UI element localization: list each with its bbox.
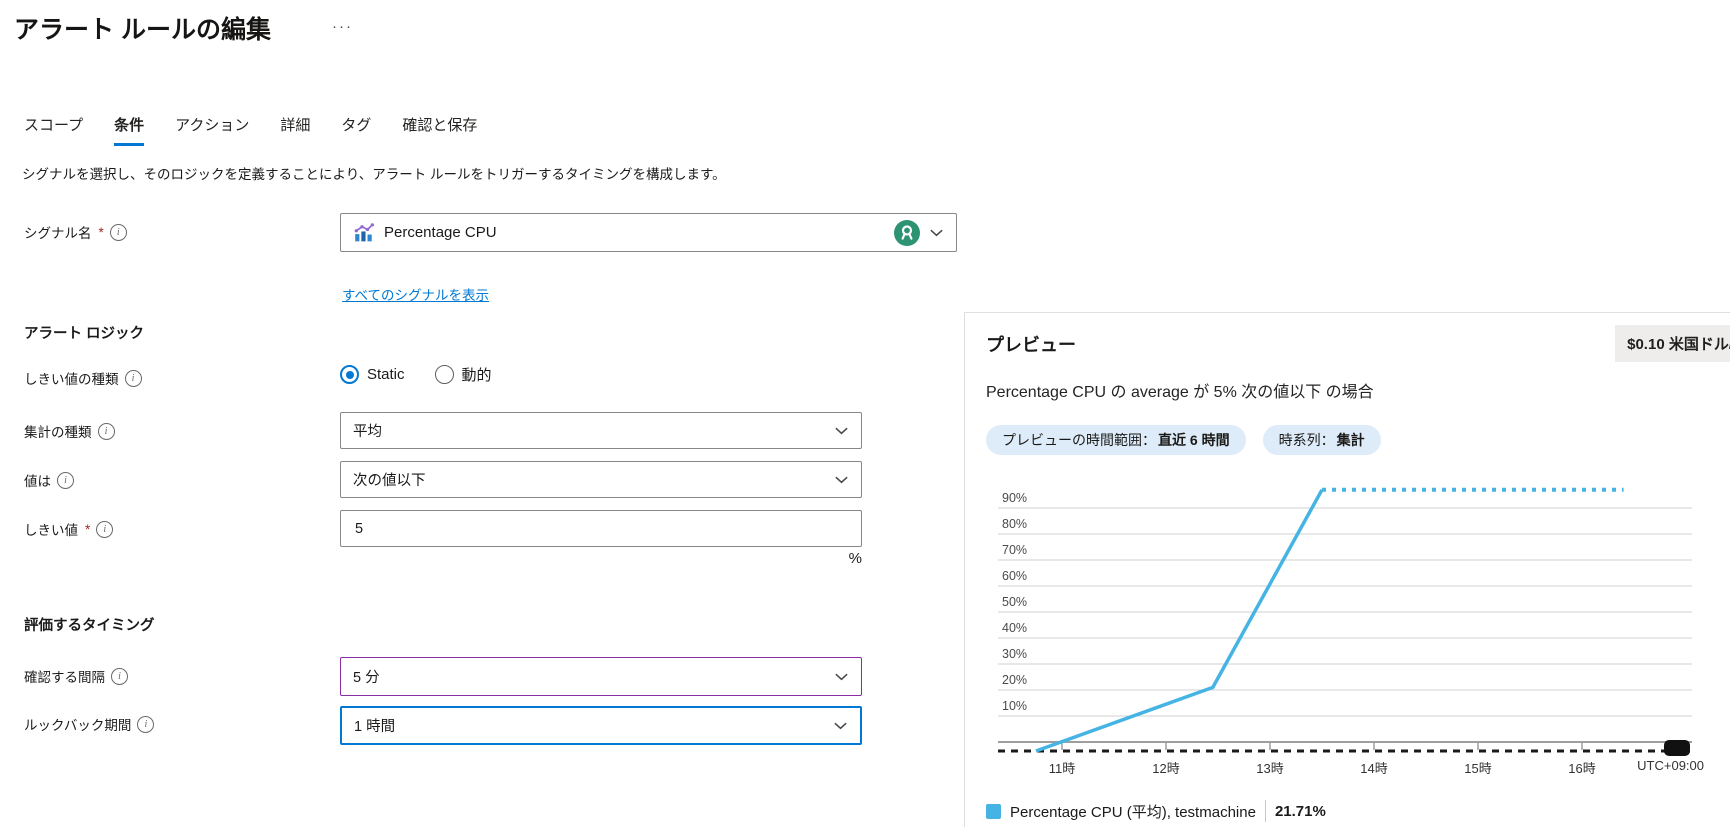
info-icon[interactable]	[137, 716, 154, 733]
recommended-signal-badge-icon	[894, 220, 920, 246]
radio-unselected-icon[interactable]	[435, 365, 454, 384]
cost-badge: $0.10 米国ドル/月	[1615, 325, 1730, 362]
radio-static[interactable]: Static	[340, 365, 405, 384]
legend-separator	[1265, 800, 1266, 822]
threshold-type-label: しきい値の種類	[24, 368, 142, 388]
page-title: アラート ルールの編集	[14, 10, 271, 46]
threshold-handle[interactable]	[1664, 740, 1690, 756]
threshold-value-label: しきい値 *	[24, 519, 113, 539]
metrics-icon	[353, 222, 375, 244]
threshold-input[interactable]	[353, 520, 849, 538]
required-mark: *	[85, 522, 90, 537]
info-icon[interactable]	[96, 521, 113, 538]
tab-2[interactable]: アクション	[175, 114, 249, 146]
preview-panel: プレビュー $0.10 米国ドル/月 Percentage CPU の aver…	[964, 312, 1730, 827]
more-options-button[interactable]: ···	[332, 18, 353, 35]
lookback-select[interactable]: 1 時間	[340, 706, 862, 745]
timezone-label: UTC+09:00	[1608, 758, 1704, 773]
frequency-select[interactable]: 5 分	[340, 657, 862, 696]
alert-rule-edit-page: アラート ルールの編集 ··· スコープ条件アクション詳細タグ確認と保存 シグナ…	[0, 0, 1730, 827]
threshold-unit: %	[340, 550, 862, 567]
preview-condition-text: Percentage CPU の average が 5% 次の値以下 の場合	[986, 378, 1730, 402]
metric-line-actual	[1036, 490, 1322, 751]
info-icon[interactable]	[125, 370, 142, 387]
time-range-pill[interactable]: プレビューの時間範囲：直近 6 時間	[986, 425, 1246, 455]
chevron-down-icon[interactable]	[833, 718, 848, 733]
radio-selected-icon[interactable]	[340, 365, 359, 384]
threshold-input-wrap	[340, 510, 862, 547]
chart-canvas	[986, 468, 1712, 788]
chevron-down-icon[interactable]	[929, 225, 944, 240]
evaluation-heading: 評価するタイミング	[24, 614, 155, 635]
info-icon[interactable]	[110, 224, 127, 241]
threshold-type-radio-group: Static 動的	[340, 364, 492, 385]
required-mark: *	[99, 225, 104, 240]
preview-chart: 90%80%70%60%50%40%30%20%10%11時12時13時14時1…	[986, 468, 1712, 788]
operator-label: 値は	[24, 470, 74, 490]
signal-name-label: シグナル名 *	[24, 222, 127, 242]
condition-description: シグナルを選択し、そのロジックを定義することにより、アラート ルールをトリガーす…	[22, 163, 726, 183]
tab-0[interactable]: スコープ	[24, 114, 83, 146]
chart-legend: Percentage CPU (平均), testmachine 21.71%	[986, 800, 1730, 822]
preview-heading: プレビュー	[986, 325, 1076, 357]
aggregation-select[interactable]: 平均	[340, 412, 862, 449]
chevron-down-icon[interactable]	[834, 423, 849, 438]
aggregation-label: 集計の種類	[24, 421, 115, 441]
operator-select[interactable]: 次の値以下	[340, 461, 862, 498]
show-all-signals-link[interactable]: すべてのシグナルを表示	[342, 284, 489, 304]
info-icon[interactable]	[111, 668, 128, 685]
tab-5[interactable]: 確認と保存	[402, 114, 477, 146]
info-icon[interactable]	[57, 472, 74, 489]
tab-3[interactable]: 詳細	[280, 114, 310, 146]
frequency-label: 確認する間隔	[24, 666, 128, 686]
legend-series-name: Percentage CPU (平均), testmachine	[1010, 801, 1256, 822]
radio-dynamic[interactable]: 動的	[435, 364, 492, 385]
alert-logic-heading: アラート ロジック	[24, 322, 144, 343]
legend-swatch-icon	[986, 804, 1001, 819]
legend-current-value: 21.71%	[1275, 803, 1326, 820]
tab-4[interactable]: タグ	[341, 114, 371, 146]
chevron-down-icon[interactable]	[834, 472, 849, 487]
signal-name-value: Percentage CPU	[384, 224, 885, 241]
time-series-pill[interactable]: 時系列：集計	[1263, 425, 1381, 455]
info-icon[interactable]	[98, 423, 115, 440]
tab-bar: スコープ条件アクション詳細タグ確認と保存	[24, 114, 477, 146]
tab-1[interactable]: 条件	[114, 114, 144, 146]
signal-name-select[interactable]: Percentage CPU	[340, 213, 957, 252]
chevron-down-icon[interactable]	[834, 669, 849, 684]
lookback-label: ルックバック期間	[24, 714, 154, 734]
